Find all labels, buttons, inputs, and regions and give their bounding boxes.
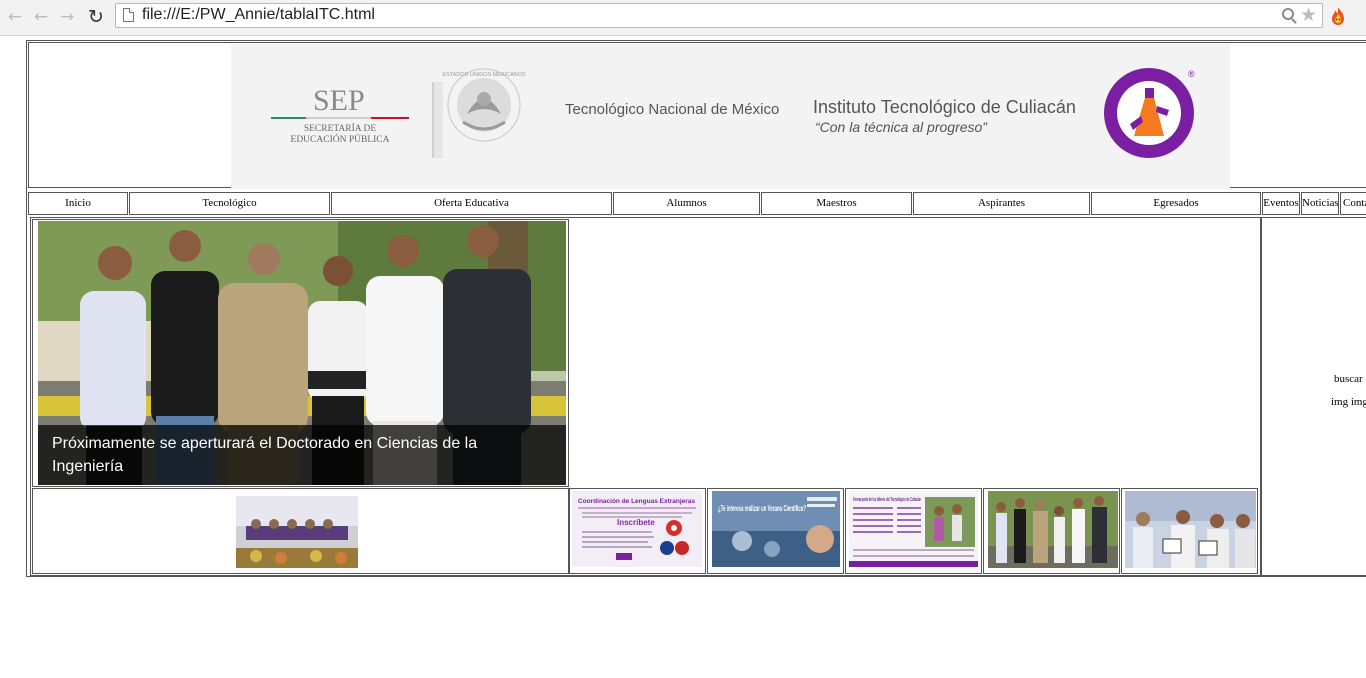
- thumb-lenguas[interactable]: Coordinación de Lenguas Extranjeras Insc…: [572, 491, 702, 567]
- menu-item-eventos[interactable]: Eventos: [1262, 192, 1300, 215]
- sep-title: SEP: [313, 84, 365, 117]
- itc-logo-icon: ®: [1104, 68, 1195, 158]
- thumb-group-photo[interactable]: [988, 491, 1118, 568]
- menu-item-maestros[interactable]: Maestros: [761, 192, 912, 215]
- tecnm-text: Tecnológico Nacional de México: [565, 101, 779, 118]
- thumb-lenguas-title: Coordinación de Lenguas Extranjeras: [578, 498, 695, 505]
- thumb-tec[interactable]: Forma parte de los líderes del Tecnológi…: [849, 491, 978, 567]
- browser-toolbar: ← ← → ↻ file:///E:/PW_Annie/tablaITC.htm…: [0, 0, 1366, 36]
- banner-art: SEP SECRETARÍA DE EDUCACIÓN PÚBLICA ESTA…: [271, 68, 1195, 158]
- menu-item-oferta-educativa[interactable]: Oferta Educativa: [331, 192, 612, 215]
- search-label[interactable]: buscar: [1334, 373, 1363, 385]
- thumb-verano[interactable]: ¿Te interesa realizar un Verano Científi…: [712, 491, 840, 567]
- forward-arrow-icon[interactable]: →: [56, 6, 78, 28]
- address-bar[interactable]: file:///E:/PW_Annie/tablaITC.html ★: [115, 3, 1323, 28]
- itc-motto: “Con la técnica al progreso”: [815, 119, 988, 135]
- menu-item-contacto[interactable]: Conta: [1340, 192, 1366, 215]
- slider-caption[interactable]: Próximamente se aperturará el Doctorado …: [52, 432, 522, 478]
- sep-subtitle-2: EDUCACIÓN PÚBLICA: [291, 133, 390, 145]
- menu-item-egresados[interactable]: Egresados: [1091, 192, 1261, 215]
- menu-item-alumnos[interactable]: Alumnos: [613, 192, 760, 215]
- institution-banner: SEP SECRETARÍA DE EDUCACIÓN PÚBLICA ESTA…: [231, 44, 1230, 189]
- sidebar-images-label: img img: [1331, 396, 1366, 408]
- zoom-icon[interactable]: [1282, 8, 1294, 20]
- menu-item-noticias[interactable]: Noticias: [1301, 192, 1339, 215]
- registered-mark: ®: [1188, 69, 1195, 79]
- thumb-lenguas-button: Inscríbete: [617, 518, 655, 527]
- menu-item-aspirantes[interactable]: Aspirantes: [913, 192, 1090, 215]
- fire-extension-icon[interactable]: [1326, 5, 1350, 29]
- thumb-tec-title: Forma parte de los líderes del Tecnológi…: [853, 497, 921, 503]
- back-arrow-icon[interactable]: ←: [4, 6, 26, 28]
- menu-item-inicio[interactable]: Inicio: [28, 192, 128, 215]
- event-photo[interactable]: [236, 496, 358, 568]
- itc-name: Instituto Tecnológico de Culiacán: [813, 97, 1076, 117]
- page-icon: [123, 8, 134, 22]
- thumb-verano-title: ¿Te interesa realizar un Verano Científi…: [718, 503, 806, 513]
- reload-icon[interactable]: ↻: [85, 6, 107, 28]
- sep-subtitle-1: SECRETARÍA DE: [304, 122, 377, 134]
- back-arrow-icon-secondary[interactable]: ←: [30, 6, 52, 28]
- star-icon[interactable]: ★: [1300, 4, 1317, 26]
- url-text[interactable]: file:///E:/PW_Annie/tablaITC.html: [142, 6, 375, 24]
- thumb-ceremony-photo[interactable]: [1125, 491, 1256, 568]
- mexico-seal-icon: ESTADOS UNIDOS MEXICANOS: [442, 68, 526, 142]
- menu-item-tecnologico[interactable]: Tecnológico: [129, 192, 330, 215]
- seal-text: ESTADOS UNIDOS MEXICANOS: [442, 72, 526, 78]
